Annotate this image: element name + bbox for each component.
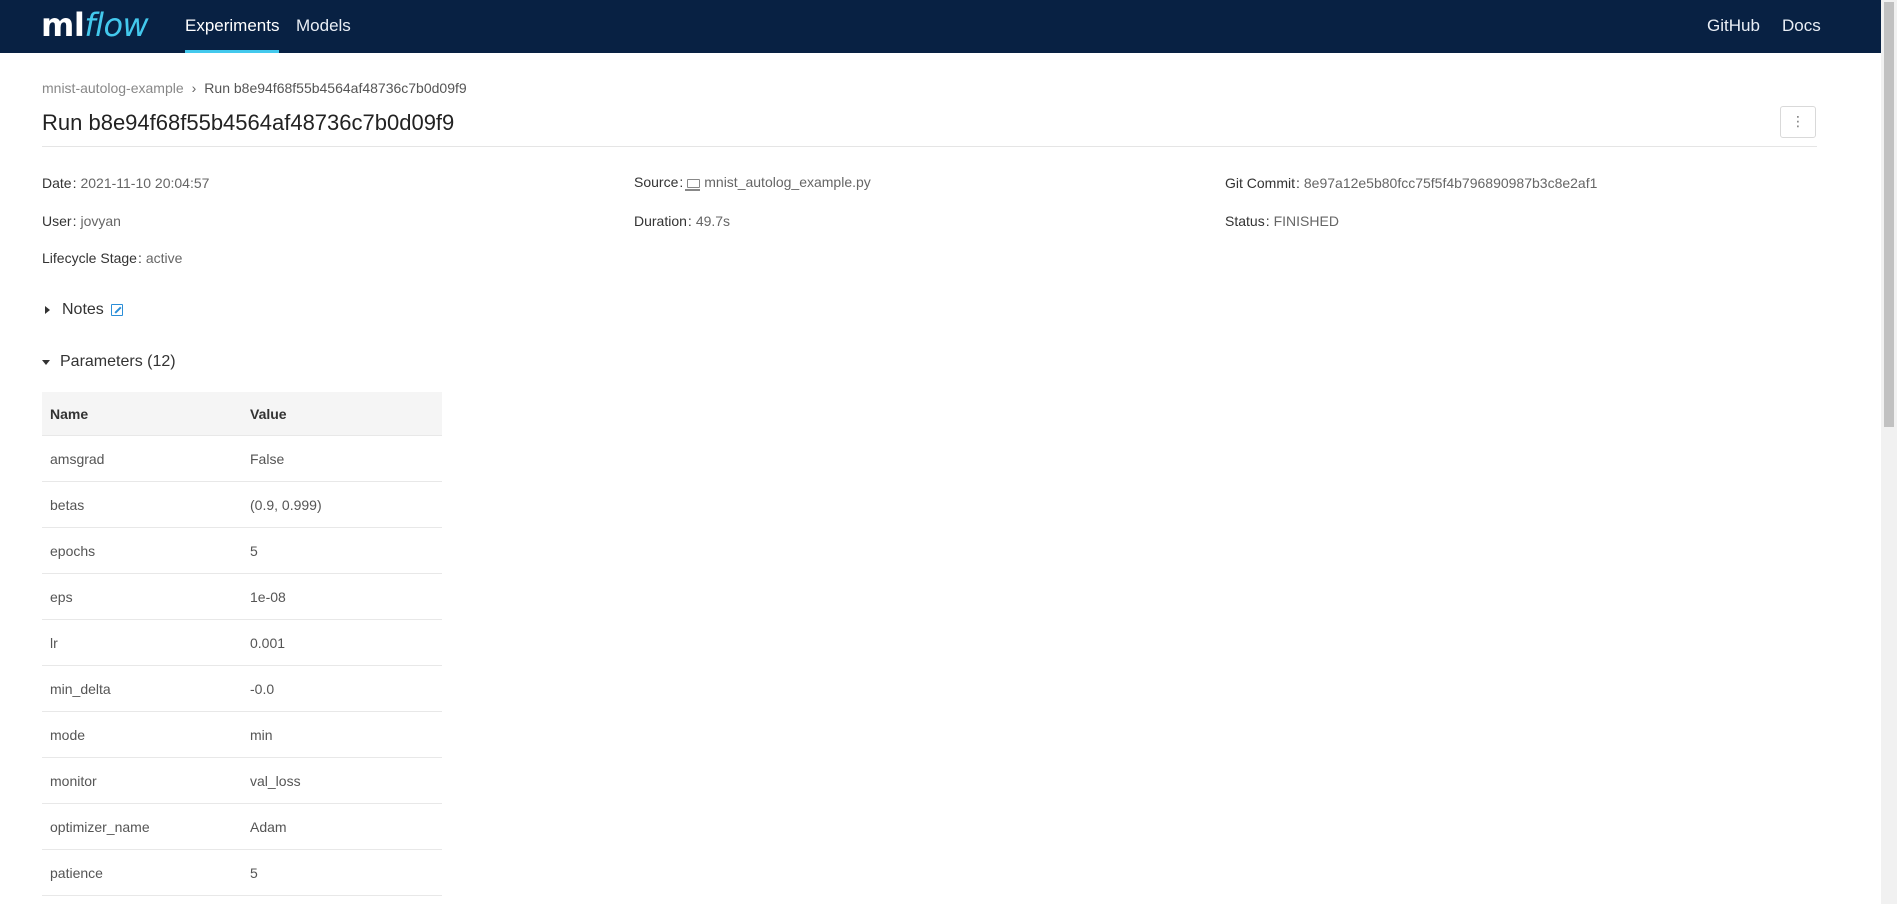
param-name: amsgrad: [42, 435, 242, 482]
param-value: min: [242, 711, 442, 758]
breadcrumb-current: Run b8e94f68f55b4564af48736c7b0d09f9: [204, 80, 467, 96]
table-row: min_delta -0.0: [42, 665, 442, 712]
breadcrumb-experiment-link[interactable]: mnist-autolog-example: [42, 80, 184, 96]
page-title: Run b8e94f68f55b4564af48736c7b0d09f9: [42, 110, 455, 135]
breadcrumb: mnist-autolog-example › Run b8e94f68f55b…: [42, 80, 467, 96]
nav-docs-link[interactable]: Docs: [1782, 0, 1821, 53]
table-row: lr 0.001: [42, 619, 442, 666]
param-name: betas: [42, 481, 242, 528]
docs-link-label: Docs: [1782, 16, 1821, 35]
table-row: patience 5: [42, 849, 442, 896]
more-options-button[interactable]: ⋮: [1780, 106, 1816, 138]
top-navbar: mlflow Experiments Models GitHub Docs: [0, 0, 1881, 53]
column-header-value[interactable]: Value: [242, 392, 442, 436]
github-link-label: GitHub: [1707, 16, 1760, 35]
column-header-name[interactable]: Name: [42, 392, 242, 436]
param-value: Adam: [242, 803, 442, 850]
lifecycle-label: Lifecycle Stage: [42, 250, 137, 266]
date-label: Date: [42, 175, 72, 191]
table-header-row: Name Value: [42, 392, 442, 436]
table-row: mode min: [42, 711, 442, 758]
active-nav-underline: [185, 50, 280, 53]
nav-github-link[interactable]: GitHub: [1707, 0, 1760, 53]
status-label: Status: [1225, 213, 1265, 229]
param-name: eps: [42, 573, 242, 620]
source-value[interactable]: mnist_autolog_example.py: [704, 174, 871, 190]
page-scrollbar[interactable]: [1881, 0, 1897, 904]
table-row: amsgrad False: [42, 435, 442, 482]
param-name: optimizer_name: [42, 803, 242, 850]
title-divider: [42, 146, 1817, 147]
duration-label: Duration: [634, 213, 687, 229]
table-row: eps 1e-08: [42, 573, 442, 620]
git-commit-value: 8e97a12e5b80fcc75f5f4b796890987b3c8e2af1: [1303, 175, 1598, 191]
table-row: optimizer_name Adam: [42, 803, 442, 850]
scrollbar-thumb[interactable]: [1884, 2, 1894, 427]
param-value: False: [242, 435, 442, 482]
source-label: Source: [634, 174, 679, 190]
param-value: -0.0: [242, 665, 442, 712]
logo-ml-text: ml: [41, 6, 85, 44]
param-value: 5: [242, 527, 442, 574]
param-value: val_loss: [242, 757, 442, 804]
table-row: monitor val_loss: [42, 757, 442, 804]
table-row: betas (0.9, 0.999): [42, 481, 442, 528]
meta-git-commit: Git Commit: 8e97a12e5b80fcc75f5f4b7968909…: [1225, 175, 1598, 191]
date-value: 2021-11-10 20:04:57: [80, 175, 210, 191]
param-name: monitor: [42, 757, 242, 804]
meta-date: Date: 2021-11-10 20:04:57: [42, 175, 210, 191]
nav-experiments[interactable]: Experiments: [185, 0, 280, 53]
user-value: jovyan: [80, 213, 121, 229]
meta-status: Status: FINISHED: [1225, 213, 1339, 229]
notes-label: Notes: [62, 301, 104, 318]
chevron-right-icon: ›: [191, 80, 197, 96]
param-value: 0.001: [242, 619, 442, 666]
caret-right-icon: [45, 306, 50, 314]
edit-icon[interactable]: [110, 304, 123, 316]
meta-lifecycle: Lifecycle Stage: active: [42, 250, 183, 266]
parameters-section-toggle[interactable]: Parameters (12): [42, 353, 176, 371]
meta-source: Source: mnist_autolog_example.py: [634, 174, 871, 191]
param-value: (0.9, 0.999): [242, 481, 442, 528]
param-name: lr: [42, 619, 242, 666]
meta-duration: Duration: 49.7s: [634, 213, 731, 229]
nav-models-label: Models: [296, 16, 351, 35]
duration-value: 49.7s: [695, 213, 731, 229]
meta-user: User: jovyan: [42, 213, 121, 229]
param-value: 1e-08: [242, 573, 442, 620]
parameters-table: Name Value amsgrad False betas (0.9, 0.999…: [42, 392, 442, 896]
param-name: min_delta: [42, 665, 242, 712]
param-name: epochs: [42, 527, 242, 574]
laptop-icon: [685, 179, 701, 191]
user-label: User: [42, 213, 72, 229]
notes-section-toggle[interactable]: Notes: [42, 301, 123, 319]
param-name: mode: [42, 711, 242, 758]
status-value: FINISHED: [1273, 213, 1339, 229]
git-commit-label: Git Commit: [1225, 175, 1295, 191]
nav-models[interactable]: Models: [296, 0, 351, 53]
nav-experiments-label: Experiments: [185, 16, 280, 35]
mlflow-logo[interactable]: mlflow: [41, 5, 149, 45]
lifecycle-value: active: [145, 250, 183, 266]
table-row: epochs 5: [42, 527, 442, 574]
parameters-label: Parameters (12): [60, 353, 176, 370]
param-name: patience: [42, 849, 242, 896]
caret-down-icon: [42, 359, 50, 365]
logo-flow-text: flow: [84, 6, 149, 44]
param-value: 5: [242, 849, 442, 896]
